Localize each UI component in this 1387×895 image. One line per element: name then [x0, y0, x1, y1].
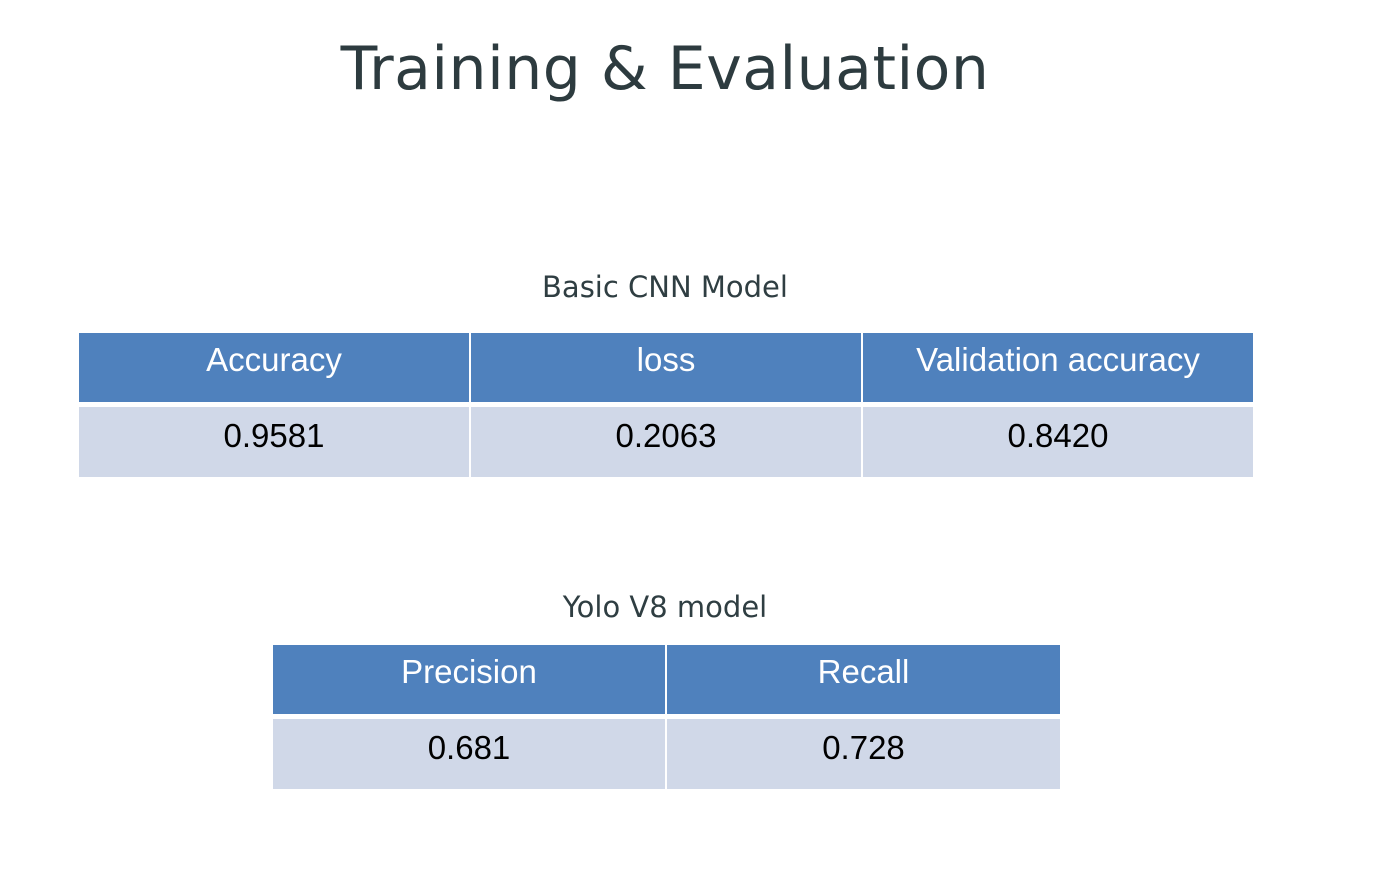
table-row: 0.681 0.728: [271, 715, 1062, 791]
header-validation-accuracy: Validation accuracy: [861, 331, 1255, 407]
cnn-table-caption: Basic CNN Model: [542, 270, 788, 304]
value-accuracy: 0.9581: [77, 403, 471, 479]
table-header-row: Accuracy loss Validation accuracy: [77, 331, 1255, 407]
value-precision: 0.681: [271, 715, 667, 791]
value-validation-accuracy: 0.8420: [861, 403, 1255, 479]
header-recall: Recall: [665, 643, 1062, 719]
table-header-row: Precision Recall: [271, 643, 1062, 719]
yolo-metrics-table: Precision Recall 0.681 0.728: [271, 643, 1062, 791]
cnn-metrics-table: Accuracy loss Validation accuracy 0.9581…: [77, 331, 1255, 479]
header-precision: Precision: [271, 643, 667, 719]
header-loss: loss: [469, 331, 863, 407]
value-recall: 0.728: [665, 715, 1062, 791]
slide-title: Training & Evaluation: [340, 34, 990, 104]
header-accuracy: Accuracy: [77, 331, 471, 407]
value-loss: 0.2063: [469, 403, 863, 479]
yolo-table-caption: Yolo V8 model: [562, 590, 768, 624]
table-row: 0.9581 0.2063 0.8420: [77, 403, 1255, 479]
